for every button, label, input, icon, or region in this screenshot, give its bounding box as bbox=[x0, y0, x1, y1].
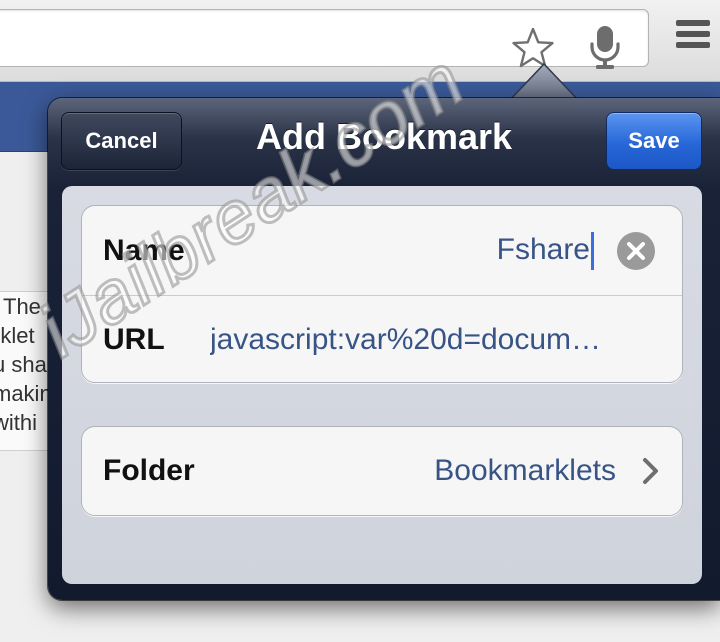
name-row[interactable]: Name Fshare bbox=[82, 206, 682, 295]
folder-group: Folder Bookmarklets bbox=[81, 426, 683, 516]
text-caret bbox=[591, 231, 594, 270]
browser-toolbar bbox=[0, 0, 720, 82]
chevron-right-icon bbox=[643, 458, 658, 484]
folder-label: Folder bbox=[103, 454, 195, 487]
name-input-value: Fshare bbox=[496, 232, 590, 266]
add-bookmark-popover: Cancel Add Bookmark Save Name Fshare URL… bbox=[48, 98, 720, 600]
save-button[interactable]: Save bbox=[606, 112, 702, 170]
name-input[interactable]: Fshare bbox=[496, 231, 594, 270]
url-label: URL bbox=[103, 323, 165, 356]
url-row[interactable]: URL javascript:var%20d=docum… bbox=[82, 295, 682, 382]
clear-text-icon[interactable] bbox=[616, 231, 656, 271]
address-bar[interactable] bbox=[0, 9, 649, 70]
name-label: Name bbox=[103, 233, 185, 267]
menu-icon[interactable] bbox=[676, 20, 710, 54]
folder-row[interactable]: Folder Bookmarklets bbox=[82, 427, 682, 515]
microphone-icon[interactable] bbox=[587, 24, 623, 70]
bookmark-fields-group: Name Fshare URL javascript:var%20d=docum… bbox=[81, 205, 683, 383]
url-input[interactable]: javascript:var%20d=docum… bbox=[210, 323, 662, 357]
bookmark-form: Name Fshare URL javascript:var%20d=docum… bbox=[62, 186, 702, 584]
folder-value: Bookmarklets bbox=[434, 454, 616, 487]
